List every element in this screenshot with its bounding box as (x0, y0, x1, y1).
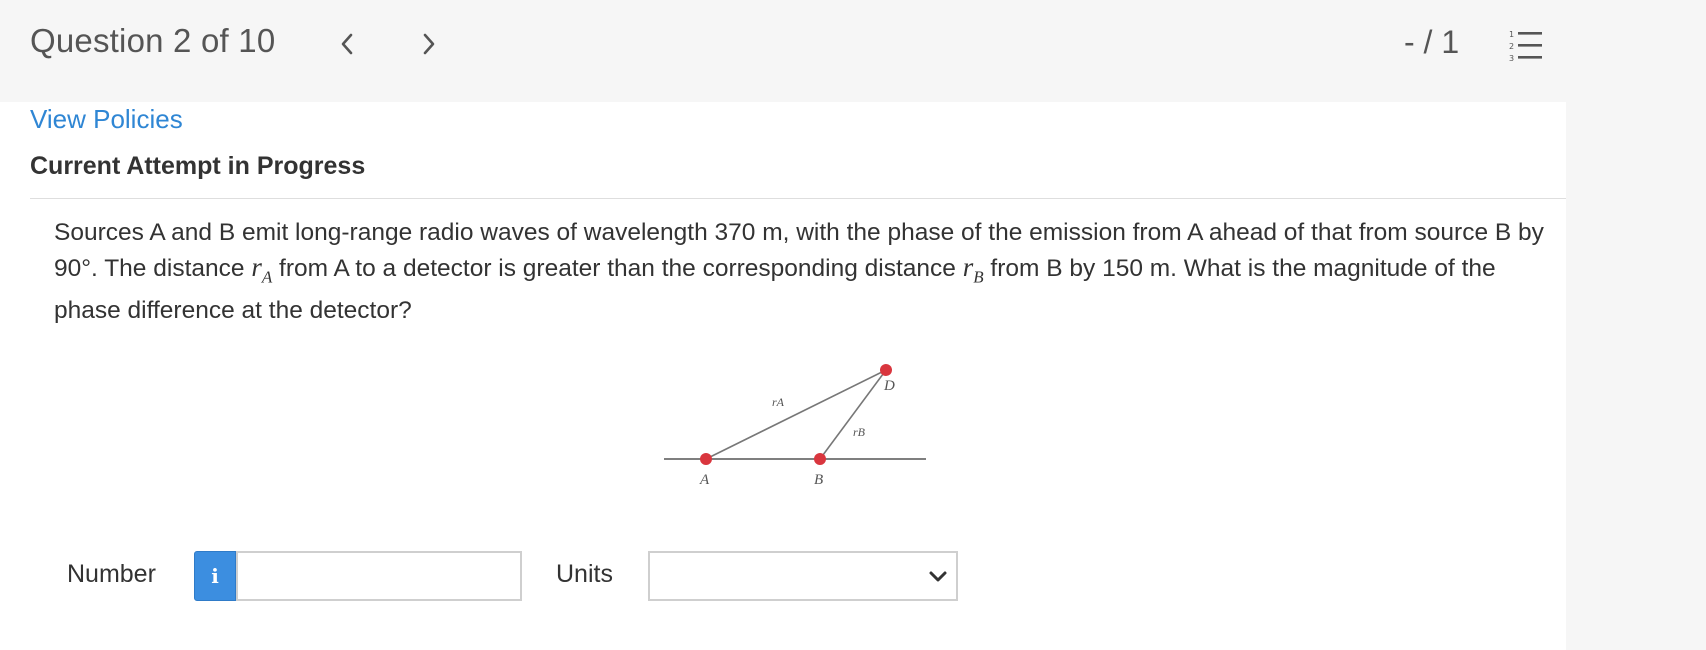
label-rb: rB (853, 425, 866, 439)
line-ra (705, 369, 887, 460)
question-header: Question 2 of 10 - / 1 1 2 3 (0, 0, 1706, 102)
var-rb: rB (962, 252, 984, 287)
numbered-list-icon: 1 2 3 (1509, 30, 1542, 63)
question-text: Sources A and B emit long-range radio wa… (54, 216, 1554, 328)
score-display: - / 1 (1404, 24, 1460, 60)
chevron-down-icon (929, 571, 947, 582)
divider (30, 198, 1566, 199)
question-counter: Question 2 of 10 (30, 22, 276, 59)
point-d (880, 364, 892, 376)
info-icon: i (211, 564, 219, 588)
view-policies-link[interactable]: View Policies (30, 104, 183, 135)
point-a (700, 453, 712, 465)
label-b: B (814, 472, 823, 488)
number-label: Number (67, 560, 156, 588)
line-rb (819, 369, 887, 460)
var-ra: rA (251, 252, 273, 287)
label-d: D (883, 378, 895, 394)
svg-text:1: 1 (1509, 30, 1514, 39)
geometry-figure: A B D rA rB (664, 364, 926, 488)
question-text-part2: from A to a detector is greater than the… (272, 255, 963, 282)
chevron-right-icon (423, 33, 435, 55)
previous-question-button[interactable] (330, 26, 364, 62)
label-ra: rA (772, 395, 785, 409)
svg-text:3: 3 (1509, 54, 1514, 62)
number-input[interactable] (236, 551, 522, 601)
units-select[interactable] (648, 551, 958, 601)
question-list-button[interactable]: 1 2 3 (1508, 28, 1544, 63)
info-button[interactable]: i (194, 551, 236, 601)
svg-text:2: 2 (1509, 42, 1514, 51)
units-label: Units (556, 560, 613, 588)
attempt-status: Current Attempt in Progress (30, 152, 366, 180)
point-b (814, 453, 826, 465)
label-a: A (699, 472, 710, 488)
chevron-left-icon (341, 33, 353, 55)
next-question-button[interactable] (412, 26, 446, 62)
